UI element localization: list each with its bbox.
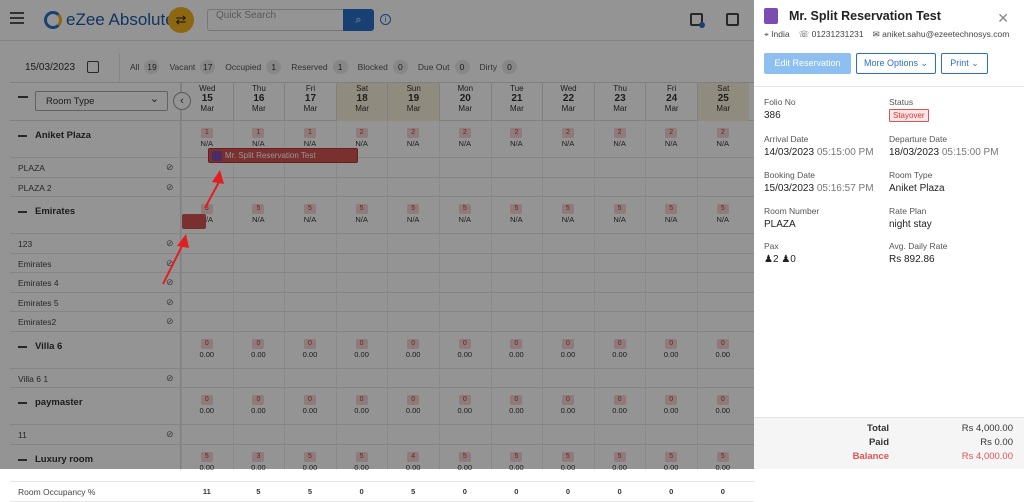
total-value: Rs 4,000.00 [961, 451, 1013, 462]
adult-icon: ♟ [764, 254, 773, 265]
total-label: Paid [868, 437, 889, 448]
total-value: Rs 4,000.00 [961, 423, 1013, 434]
field-label: Room Number [764, 206, 820, 216]
field-value: 386 [764, 110, 781, 121]
status-badge: Stayover [889, 109, 929, 122]
totals-box: Total Rs 4,000.00 Paid Rs 0.00 Balance Rs 4,0… [754, 417, 1024, 469]
total-value: Rs 0.00 [980, 437, 1013, 448]
total-label: Total [867, 423, 889, 434]
occupancy-cell: 0 [669, 486, 674, 496]
occupancy-cell: 0 [462, 486, 467, 496]
occupancy-cell: 0 [565, 486, 571, 496]
occupancy-cell: 0 [617, 486, 622, 496]
close-icon[interactable]: ✕ [997, 10, 1009, 27]
occupancy-cell: 5 [256, 486, 261, 496]
field-label: Rate Plan [889, 206, 927, 216]
email-icon: ✉ aniket.sahu@ezeetechnosys.com [872, 29, 1010, 39]
edit-reservation-button[interactable]: Edit Reservation [764, 53, 851, 74]
field-value: Aniket Plaza [889, 183, 945, 194]
reservation-panel: Mr. Split Reservation Test ✕ ⌖ India ☏ 0… [754, 0, 1024, 469]
field-label: Room Type [889, 170, 933, 180]
field-label: Status [889, 97, 914, 107]
field-value: PLAZA [764, 219, 796, 230]
field-label: Departure Date [889, 134, 948, 144]
occupancy-cell: 0 [514, 486, 519, 496]
contact-info: ⌖ India ☏ 01231231231 ✉ aniket.sahu@ezee… [764, 29, 1009, 40]
field-label: Avg. Daily Rate [889, 241, 948, 251]
phone-icon: ☏ 01231231231 [798, 29, 864, 39]
panel-title: Mr. Split Reservation Test [764, 8, 941, 24]
location-icon: ⌖ India [764, 29, 790, 39]
occupancy-row: Room Occupancy % 11 5 5 0 5 0 0 0 0 0 0 [10, 482, 754, 502]
field-label: Booking Date [764, 170, 816, 180]
modal-overlay[interactable] [0, 0, 754, 469]
reservation-icon [764, 8, 778, 24]
occupancy-cell: 0 [359, 486, 364, 496]
field-value: 18/03/2023 05:15:00 PM [889, 147, 999, 158]
total-label: Balance [852, 451, 889, 462]
occupancy-cell: 5 [307, 486, 313, 496]
occupancy-cell: 11 [202, 486, 211, 496]
field-value: Rs 892.86 [889, 254, 935, 265]
field-label: Arrival Date [764, 134, 809, 144]
occupancy-cell: 5 [411, 486, 416, 496]
field-value: 14/03/2023 05:15:00 PM [764, 147, 874, 158]
field-value: 15/03/2023 05:16:57 PM [764, 183, 874, 194]
field-value: ♟2 ♟0 [764, 254, 796, 265]
field-value: night stay [889, 219, 932, 230]
field-label: Folio No [764, 97, 796, 107]
occupancy-cell: 0 [720, 486, 725, 496]
field-label: Pax [764, 241, 779, 251]
child-icon: ♟ [781, 254, 791, 265]
more-options-button[interactable]: More Options ⌄ [856, 53, 936, 74]
print-button[interactable]: Print ⌄ [941, 53, 988, 74]
annotation-arrow [162, 170, 224, 285]
